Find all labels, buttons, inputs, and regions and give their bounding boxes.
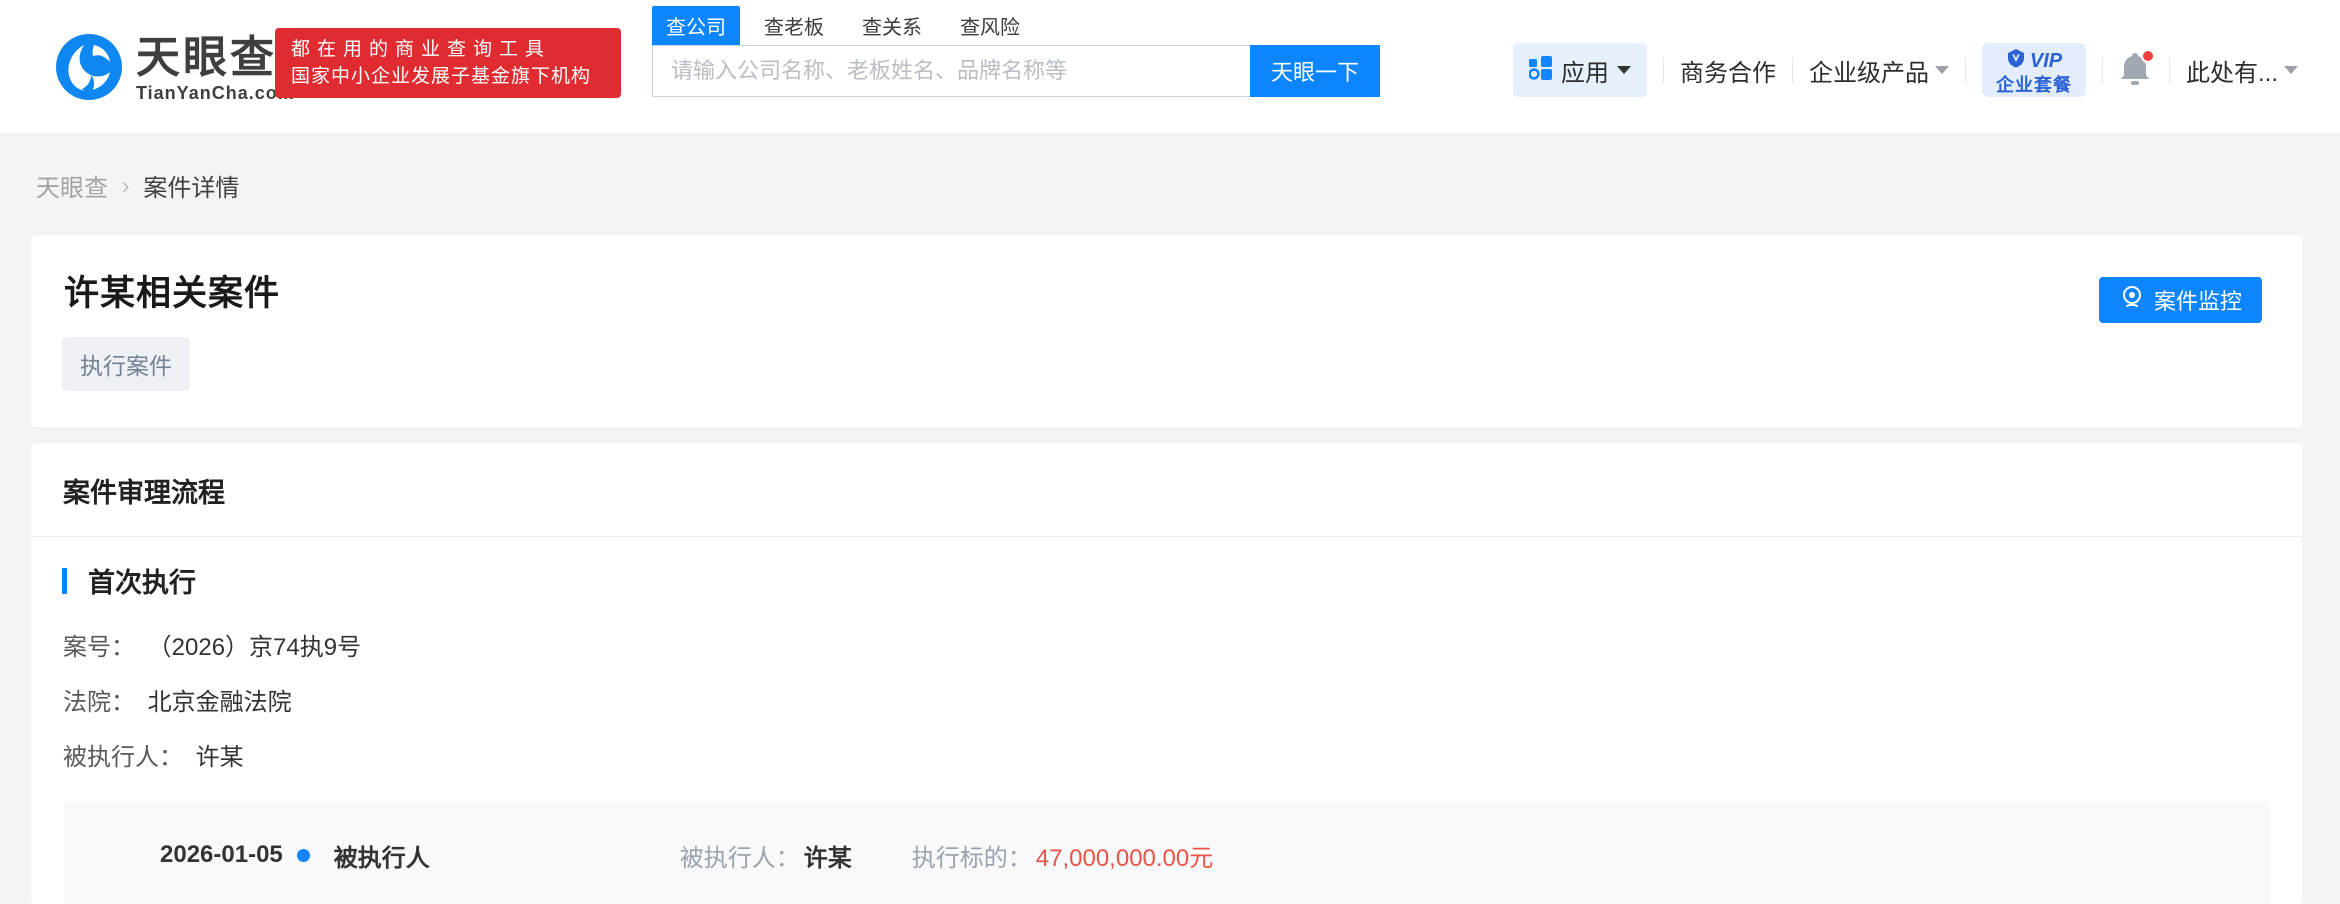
search-block: 查公司 查老板 查关系 查风险 天眼一下 (652, 12, 1380, 97)
promo-badge: 都在用的商业查询工具 国家中小企业发展子基金旗下机构 (275, 28, 621, 98)
divider (2169, 57, 2170, 83)
tab-company[interactable]: 查公司 (652, 6, 740, 45)
apps-label: 应用 (1561, 53, 1609, 88)
promo-line2: 国家中小企业发展子基金旗下机构 (291, 63, 605, 90)
case-type-tag: 执行案件 (62, 337, 190, 391)
field-label: 法院： (63, 689, 135, 716)
nav-business-cooperation[interactable]: 商务合作 (1680, 53, 1776, 88)
timeline-person-label: 被执行人： (680, 838, 800, 873)
search-tabs: 查公司 查老板 查关系 查风险 (652, 12, 1380, 45)
field-case-number: 案号： （2026）京74执9号 (63, 633, 2302, 663)
monitor-camera-icon (2119, 284, 2145, 316)
section-first-execution: 首次执行 (62, 561, 2302, 600)
breadcrumb-separator: › (122, 173, 129, 199)
nav-enterprise-products[interactable]: 企业级产品 (1809, 53, 1949, 88)
timeline-row: 2026-01-05 被执行人 被执行人： 许某 执行标的： 47,000,00… (64, 802, 2270, 904)
field-label: 被执行人： (63, 744, 183, 771)
promo-line1: 都在用的商业查询工具 (291, 36, 605, 63)
case-process-card: 案件审理流程 首次执行 案号： （2026）京74执9号 法院： 北京金融法院 … (31, 443, 2302, 904)
case-monitor-label: 案件监控 (2154, 284, 2242, 316)
logo-name: 天眼查 (136, 35, 295, 81)
tab-relation[interactable]: 查关系 (848, 6, 936, 45)
process-card-header: 案件审理流程 (31, 443, 2302, 537)
timeline-amount-value: 47,000,000.00元 (1036, 838, 1213, 873)
header-nav: 应用 商务合作 企业级产品 VIP 企业套餐 (1513, 43, 2298, 97)
timeline-amount-label: 执行标的： (912, 838, 1032, 873)
divider (1965, 57, 1966, 83)
logo-domain: TianYanCha.com (136, 83, 295, 104)
vip-label: VIP (2030, 49, 2062, 73)
divider (2102, 57, 2103, 83)
divider (1792, 57, 1793, 83)
timeline-type: 被执行人 (334, 838, 430, 873)
enterprise-label: 企业级产品 (1809, 53, 1929, 88)
section-title-label: 首次执行 (88, 561, 196, 600)
user-account-label: 此处有... (2186, 53, 2278, 88)
timeline-person-value: 许某 (804, 838, 852, 873)
field-court: 法院： 北京金融法院 (63, 688, 2302, 718)
search-input[interactable] (652, 45, 1250, 97)
timeline-dot-icon (297, 849, 310, 862)
section-accent-bar (62, 568, 67, 594)
breadcrumb-current: 案件详情 (143, 168, 239, 203)
tab-boss[interactable]: 查老板 (750, 6, 838, 45)
case-summary-card: 许某相关案件 执行案件 案件监控 (31, 235, 2302, 427)
apps-grid-icon (1529, 56, 1553, 85)
vip-sub-label: 企业套餐 (1996, 74, 2072, 96)
divider (1663, 57, 1664, 83)
user-account-menu[interactable]: 此处有... (2186, 53, 2298, 88)
field-label: 案号： (63, 634, 135, 661)
chevron-down-icon (1617, 66, 1631, 74)
vip-shield-icon (2006, 48, 2026, 74)
notifications-bell-icon[interactable] (2119, 51, 2153, 89)
search-button[interactable]: 天眼一下 (1250, 45, 1380, 97)
case-monitor-button[interactable]: 案件监控 (2099, 277, 2262, 323)
field-value: （2026）京74执9号 (148, 634, 361, 661)
vip-package-button[interactable]: VIP 企业套餐 (1982, 43, 2086, 97)
site-logo[interactable]: 天眼查 TianYanCha.com (55, 33, 295, 106)
field-value: 许某 (196, 744, 244, 771)
breadcrumb: 天眼查 › 案件详情 (36, 168, 239, 203)
timeline-date: 2026-01-05 (160, 841, 283, 869)
field-value: 北京金融法院 (148, 689, 292, 716)
tab-risk[interactable]: 查风险 (946, 6, 1034, 45)
top-header: 天眼查 TianYanCha.com 都在用的商业查询工具 国家中小企业发展子基… (0, 0, 2340, 133)
chevron-down-icon (2284, 66, 2298, 74)
apps-menu[interactable]: 应用 (1513, 43, 1647, 97)
page-title: 许某相关案件 (64, 265, 280, 316)
field-executee: 被执行人： 许某 (63, 743, 2302, 773)
chevron-down-icon (1935, 66, 1949, 74)
breadcrumb-home[interactable]: 天眼查 (36, 168, 108, 203)
notification-dot (2141, 49, 2155, 63)
tianyancha-logo-icon (55, 33, 123, 106)
